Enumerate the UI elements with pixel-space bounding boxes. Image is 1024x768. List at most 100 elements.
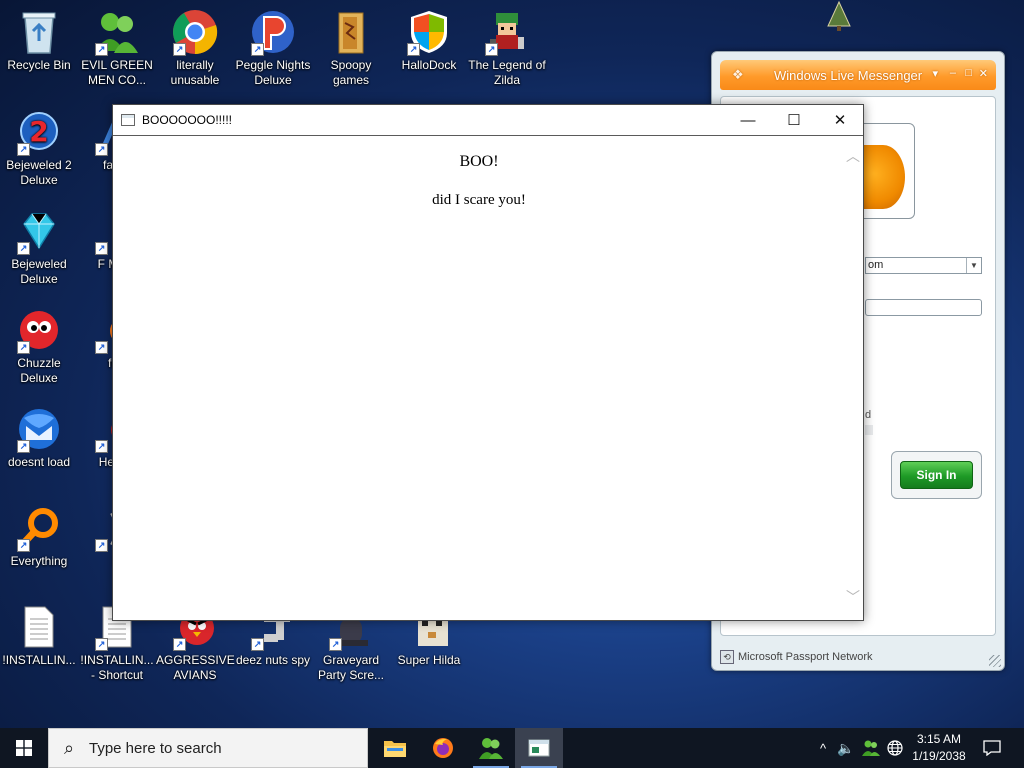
boo-window-content: BOO! did I scare you! ︿ ﹀ — [113, 137, 863, 620]
messenger-titlebar[interactable]: ❖ Windows Live Messenger ▾ – □ ✕ — [720, 60, 996, 90]
svg-text:2: 2 — [29, 115, 48, 148]
desktop-icon-label: Everything — [10, 554, 68, 568]
boo-message: did I scare you! — [432, 192, 526, 208]
desktop-icon-label: doesnt load — [7, 455, 71, 469]
tree-icon[interactable] — [826, 0, 852, 32]
taskbar-boo-window[interactable] — [515, 728, 563, 768]
desktop-icon-label: !INSTALLIN... - Shortcut — [80, 653, 154, 682]
taskbar-firefox[interactable] — [419, 728, 467, 768]
desktop-icon-peggle-nights[interactable]: ↗ Peggle Nights Deluxe — [234, 8, 312, 88]
windows-shield-icon: ↗ — [405, 8, 453, 56]
messenger-title: Windows Live Messenger — [774, 67, 923, 83]
scroll-down-chevron-icon[interactable]: ﹀ — [846, 592, 860, 606]
shortcut-arrow-icon: ↗ — [17, 143, 30, 156]
close-icon[interactable]: ✕ — [979, 67, 988, 80]
peggle-icon: ↗ — [249, 8, 297, 56]
folder-icon — [327, 8, 375, 56]
desktop-icon-label: Recycle Bin — [7, 58, 71, 72]
taskbar-search-box[interactable]: ⌕ Type here to search — [48, 728, 368, 768]
minimize-button[interactable]: — — [725, 105, 771, 135]
desktop-icon-chuzzle[interactable]: ↗ Chuzzle Deluxe — [0, 306, 78, 386]
passport-icon: ⟲ — [720, 650, 734, 664]
shortcut-arrow-icon: ↗ — [95, 440, 108, 453]
folder-icon — [384, 741, 406, 757]
tray-show-hidden-icons[interactable]: ^ — [814, 728, 832, 768]
desktop-icon-literally-unusable[interactable]: ↗ literally unusable — [156, 8, 234, 88]
sign-in-button[interactable]: Sign In — [900, 461, 973, 489]
pumpkin-display-picture-icon — [861, 145, 905, 209]
bejeweled-2-icon: 2 ↗ — [15, 108, 63, 156]
desktop-icon-installing[interactable]: !INSTALLIN... — [0, 603, 78, 668]
thunderbird-icon: ↗ — [15, 405, 63, 453]
desktop-icon-label: EVIL GREEN MEN CO... — [81, 58, 153, 87]
desktop-icon-bejeweled-2[interactable]: 2 ↗ Bejeweled 2 Deluxe — [0, 108, 78, 188]
notifications-icon[interactable] — [978, 728, 1006, 768]
desktop-icon-label: HalloDock — [401, 58, 457, 72]
desktop-icon-bejeweled[interactable]: ↗ Bejeweled Deluxe — [0, 207, 78, 287]
email-field[interactable]: om ▼ — [865, 257, 982, 274]
maximize-icon[interactable]: □ — [965, 67, 972, 79]
taskbar: ⌕ Type here to search ^ 🔈 3:15 AM 1/19/2… — [0, 728, 1024, 768]
desktop-icon-legend-of-zilda[interactable]: ↗ The Legend of Zilda — [468, 8, 546, 88]
shortcut-arrow-icon: ↗ — [17, 539, 30, 552]
firefox-icon — [433, 738, 453, 758]
chuzzle-icon: ↗ — [15, 306, 63, 354]
passport-footer: ⟲ Microsoft Passport Network — [720, 650, 872, 664]
desktop-icon-label: Super Hilda — [397, 653, 461, 667]
desktop-icon-label: literally unusable — [170, 58, 220, 87]
shortcut-arrow-icon: ↗ — [485, 43, 498, 56]
resize-grip-icon[interactable] — [989, 655, 1001, 667]
boo-heading: BOO! — [459, 153, 499, 170]
taskbar-messenger[interactable] — [467, 728, 515, 768]
desktop-icon-evil-green-men[interactable]: ↗ EVIL GREEN MEN CO... — [78, 8, 156, 88]
shortcut-arrow-icon: ↗ — [329, 638, 342, 651]
desktop-icon-label: Bejeweled 2 Deluxe — [6, 158, 72, 187]
recycle-bin-icon — [15, 8, 63, 56]
desktop-icon-label: AGGRESSIVE AVIANS — [156, 653, 235, 682]
desktop-icon-label: Chuzzle Deluxe — [17, 356, 61, 385]
messenger-tray-icon[interactable] — [860, 728, 882, 768]
help-icon[interactable]: ▾ — [932, 67, 938, 80]
shortcut-arrow-icon: ↗ — [407, 43, 420, 56]
email-field-value: om — [868, 259, 884, 271]
desktop-icon-spoopy-games[interactable]: Spoopy games — [312, 8, 390, 88]
scroll-up-chevron-icon[interactable]: ︿ — [846, 151, 860, 165]
desktop-icon-recycle-bin[interactable]: Recycle Bin — [0, 8, 78, 73]
boo-window[interactable]: BOOOOOOO!!!!! — ☐ ✕ BOO! did I scare you… — [112, 104, 864, 621]
volume-icon[interactable]: 🔈 — [836, 728, 856, 768]
password-field[interactable] — [865, 299, 982, 316]
shortcut-arrow-icon: ↗ — [251, 638, 264, 651]
clock-date: 1/19/2038 — [912, 749, 966, 763]
boo-titlebar[interactable]: BOOOOOOO!!!!! — ☐ ✕ — [113, 105, 863, 136]
desktop-icon-label: Graveyard Party Scre... — [317, 653, 385, 682]
boo-window-title: BOOOOOOO!!!!! — [142, 113, 233, 127]
desktop-icon-doesnt-load[interactable]: ↗ doesnt load — [0, 405, 78, 470]
start-button[interactable] — [0, 728, 48, 768]
shortcut-arrow-icon: ↗ — [95, 143, 108, 156]
diamond-icon: ↗ — [15, 207, 63, 255]
shortcut-arrow-icon: ↗ — [95, 638, 108, 651]
desktop-icon-everything[interactable]: ↗ Everything — [0, 504, 78, 569]
messenger-buddies-icon — [479, 738, 503, 759]
minimize-icon[interactable]: – — [950, 67, 956, 79]
search-icon: ⌕ — [63, 737, 75, 758]
maximize-button[interactable]: ☐ — [771, 105, 817, 135]
taskbar-file-explorer[interactable] — [371, 728, 419, 768]
taskbar-clock[interactable]: 3:15 AM 1/19/2038 — [906, 731, 972, 765]
shortcut-arrow-icon: ↗ — [95, 43, 108, 56]
text-document-icon — [15, 603, 63, 651]
desktop-icon-label: deez nuts spy — [235, 653, 311, 667]
email-dropdown-chevron-down-icon[interactable]: ▼ — [966, 258, 981, 273]
checkbox-row[interactable] — [865, 425, 873, 435]
magnifier-icon: ↗ — [15, 504, 63, 552]
shortcut-arrow-icon: ↗ — [251, 43, 264, 56]
character-sprite-icon: ↗ — [483, 8, 531, 56]
desktop-icon-label: Bejeweled Deluxe — [11, 257, 67, 286]
windows-logo-icon — [16, 740, 32, 756]
network-globe-icon[interactable] — [884, 728, 906, 768]
shortcut-arrow-icon: ↗ — [95, 242, 108, 255]
shortcut-arrow-icon: ↗ — [17, 242, 30, 255]
chrome-icon: ↗ — [171, 8, 219, 56]
close-button[interactable]: ✕ — [817, 105, 863, 135]
desktop-icon-hallodock[interactable]: ↗ HalloDock — [390, 8, 468, 73]
